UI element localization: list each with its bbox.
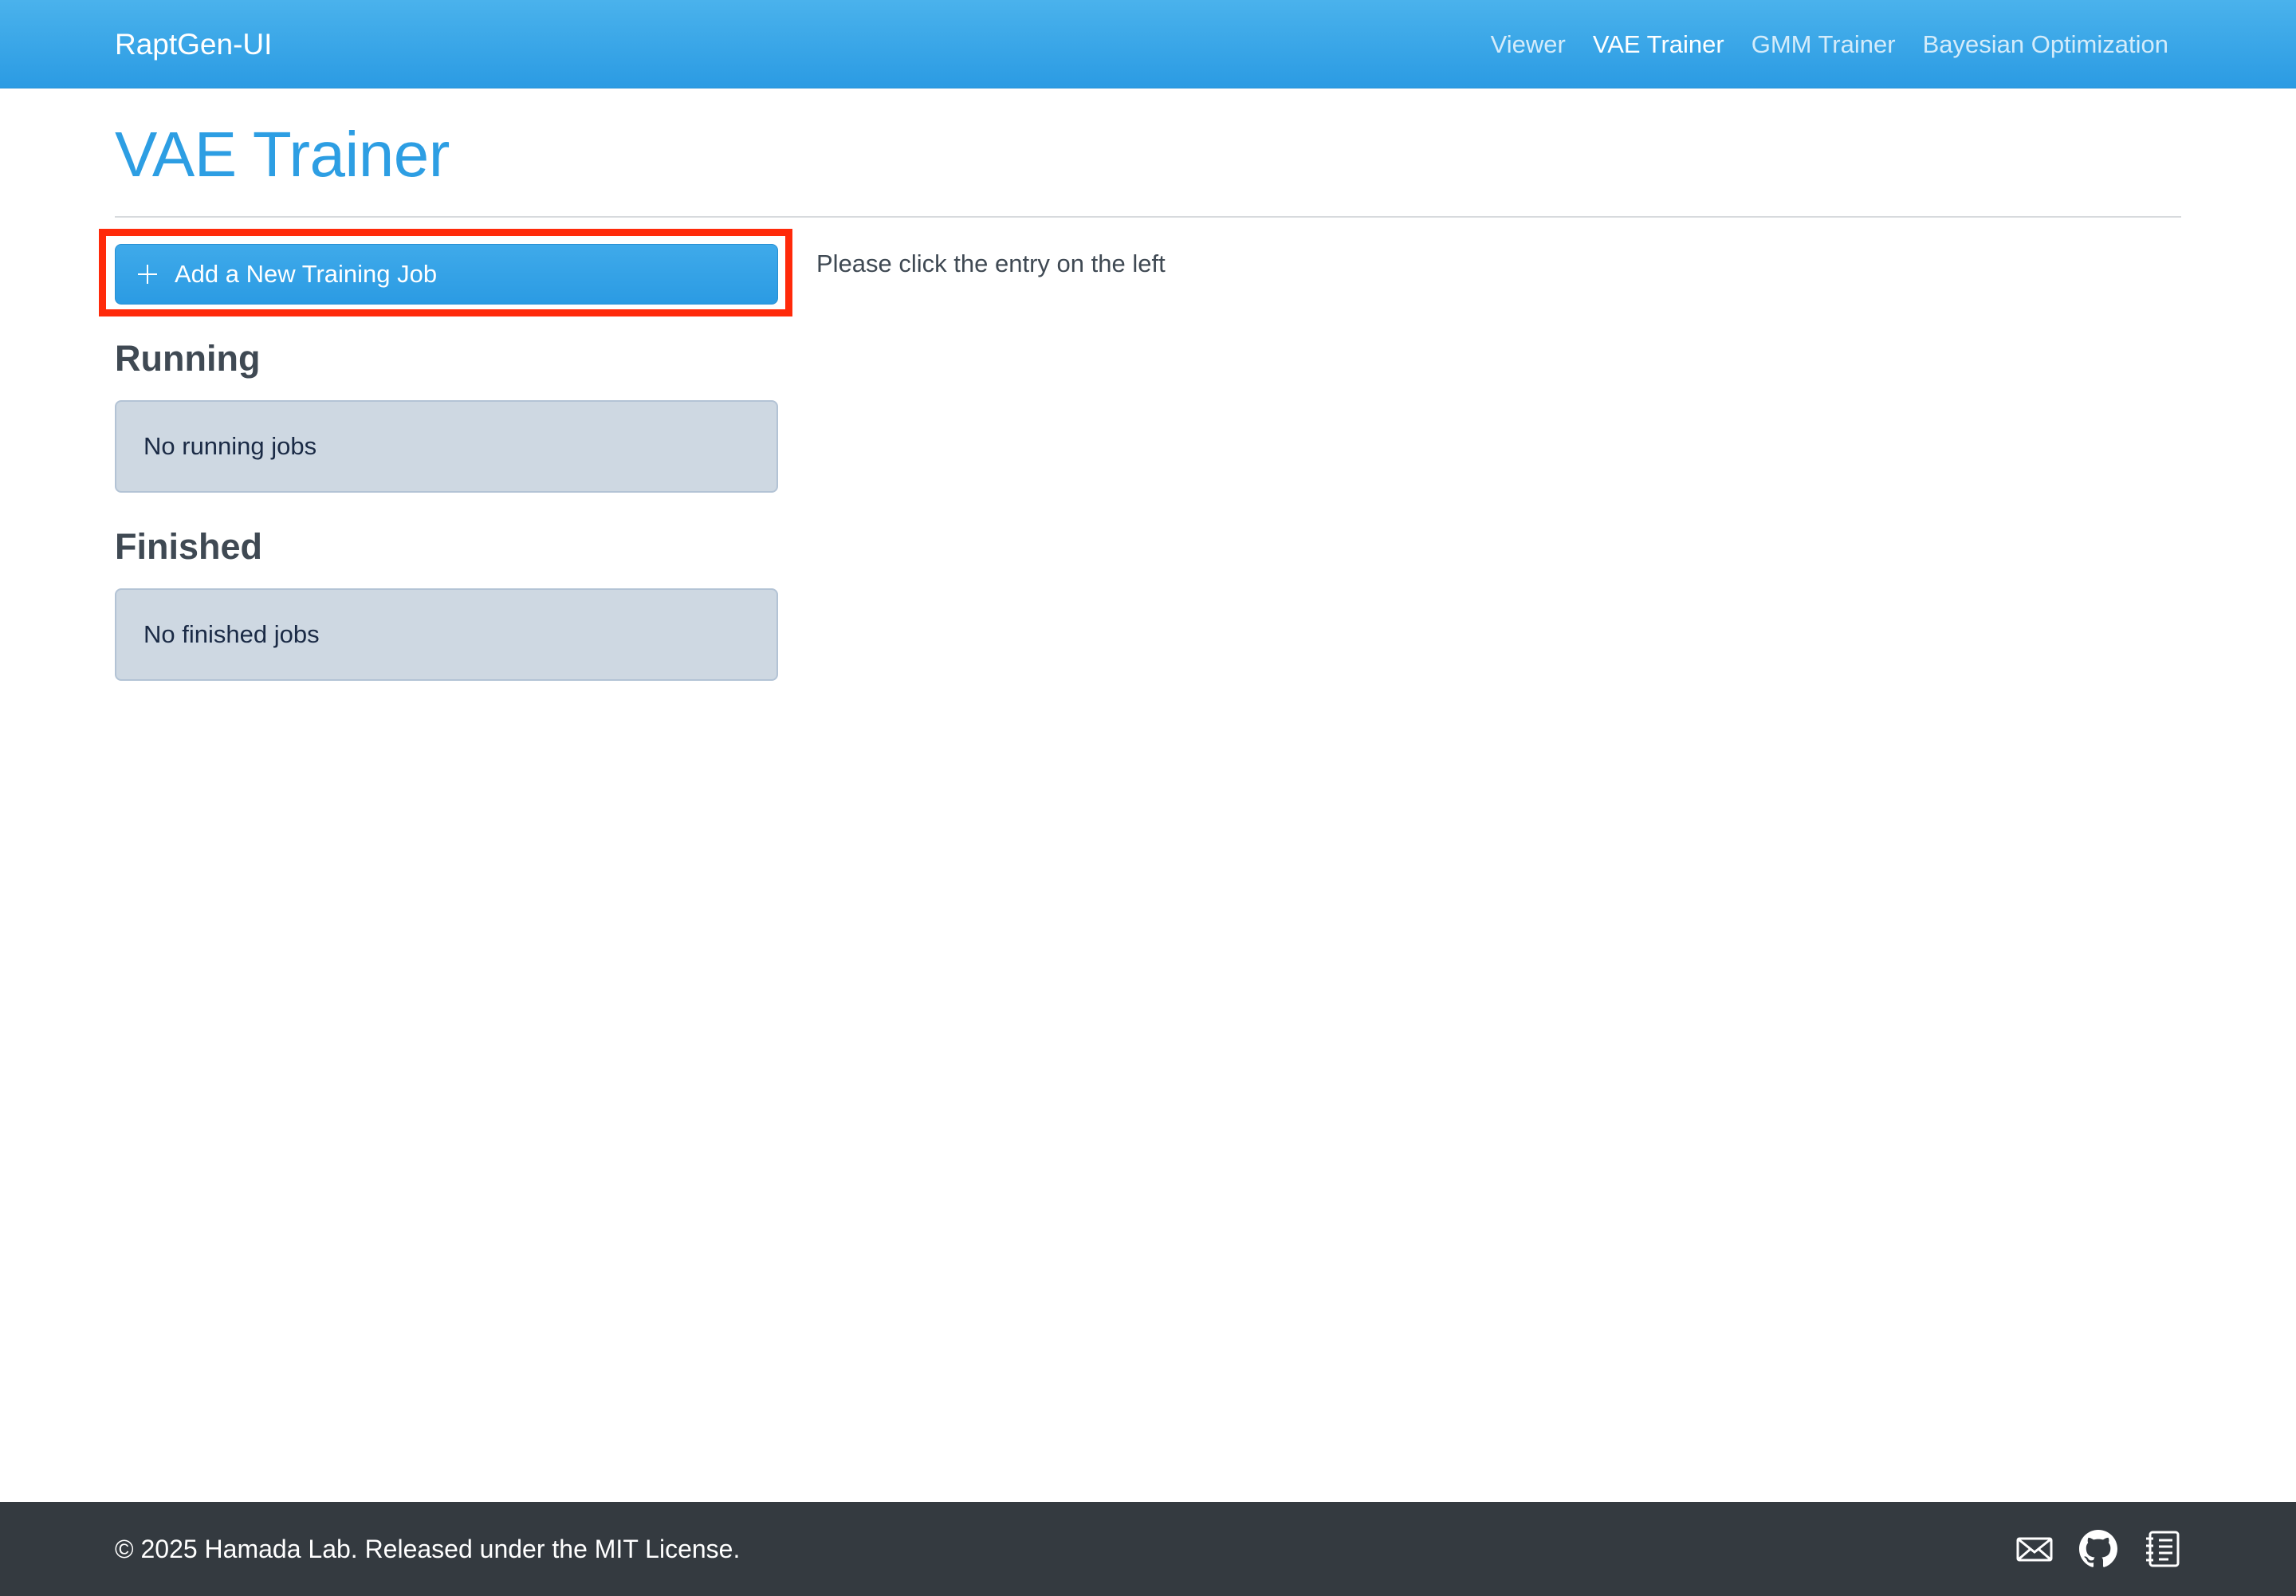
top-navbar: RaptGen-UI Viewer VAE Trainer GMM Traine… <box>0 0 2296 88</box>
github-icon[interactable] <box>2079 1530 2117 1568</box>
nav-link-bayesian-optimization[interactable]: Bayesian Optimization <box>1923 30 2168 59</box>
docs-icon[interactable] <box>2143 1530 2181 1568</box>
running-jobs-empty: No running jobs <box>115 400 778 493</box>
nav-links: Viewer VAE Trainer GMM Trainer Bayesian … <box>1464 0 2168 88</box>
nav-link-gmm-trainer[interactable]: GMM Trainer <box>1751 30 1896 59</box>
finished-heading: Finished <box>115 526 263 567</box>
hint-text: Please click the entry on the left <box>816 250 1166 277</box>
mail-icon[interactable] <box>2015 1530 2054 1568</box>
add-training-job-label: Add a New Training Job <box>175 260 438 288</box>
footer-icons <box>1990 1502 2181 1596</box>
nav-link-viewer[interactable]: Viewer <box>1491 30 1566 59</box>
page-title: VAE Trainer <box>115 119 450 190</box>
nav-link-vae-trainer[interactable]: VAE Trainer <box>1593 30 1724 59</box>
footer-copyright: © 2025 Hamada Lab. Released under the MI… <box>115 1535 741 1563</box>
plus-icon <box>138 265 157 284</box>
title-divider <box>115 216 2181 218</box>
finished-jobs-empty: No finished jobs <box>115 588 778 681</box>
brand-link[interactable]: RaptGen-UI <box>115 0 272 88</box>
footer: © 2025 Hamada Lab. Released under the MI… <box>0 1502 2296 1596</box>
running-heading: Running <box>115 338 261 379</box>
page: RaptGen-UI Viewer VAE Trainer GMM Traine… <box>0 0 2296 1596</box>
add-training-job-button[interactable]: Add a New Training Job <box>115 244 778 305</box>
